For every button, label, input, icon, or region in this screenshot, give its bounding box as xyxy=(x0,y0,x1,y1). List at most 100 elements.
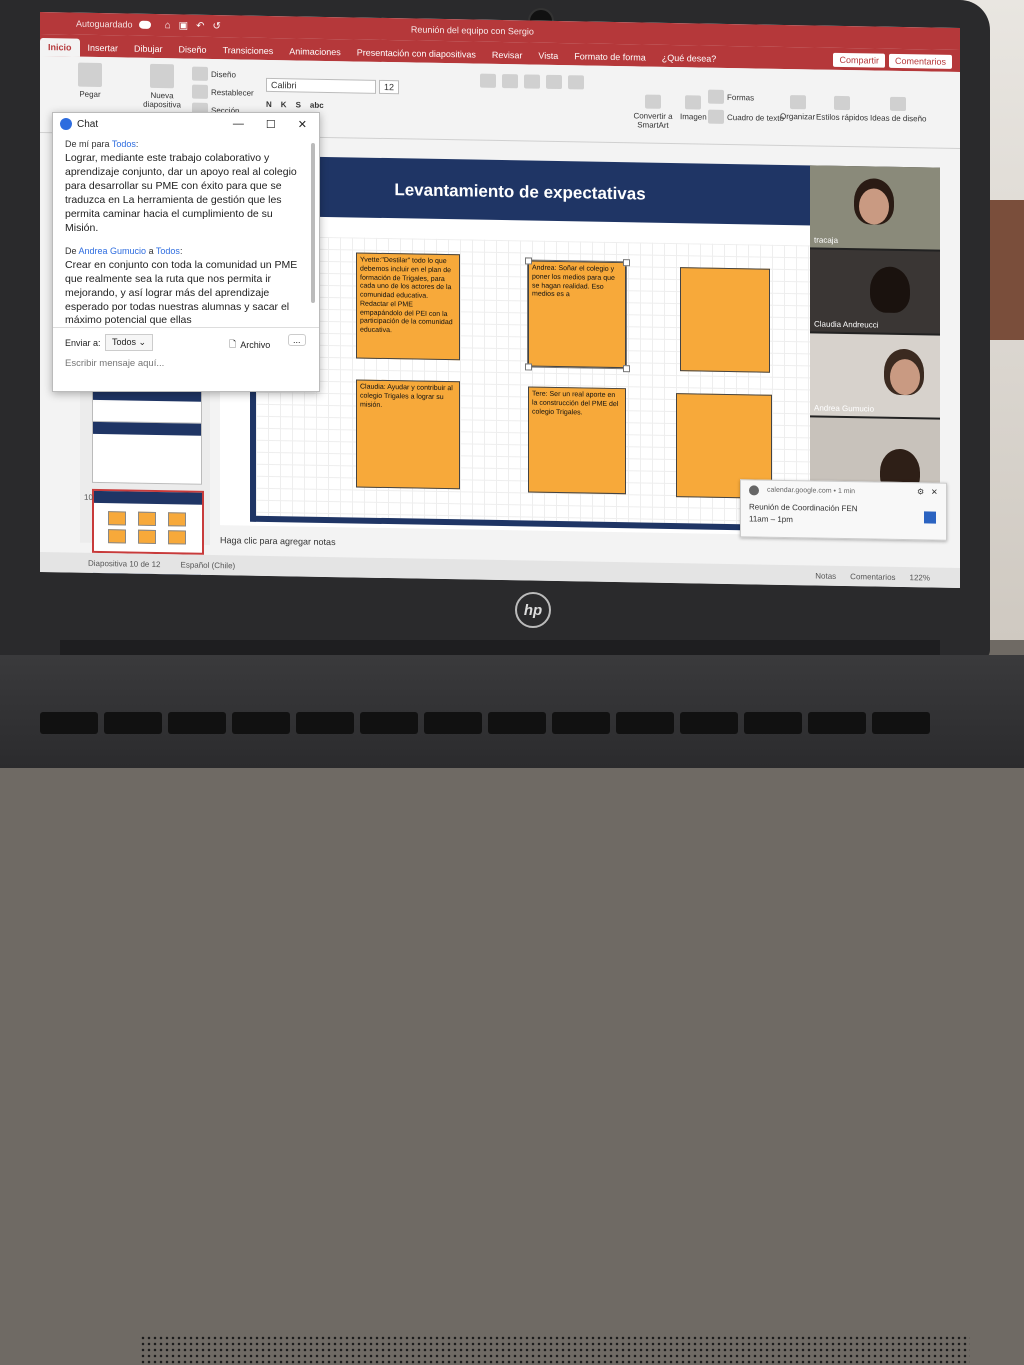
sender-name[interactable]: Andrea Gumucio xyxy=(79,246,147,256)
quick-styles-button[interactable]: Estilos rápidos xyxy=(816,95,868,122)
slide-thumbnail[interactable] xyxy=(92,420,202,485)
align-left-icon[interactable] xyxy=(546,74,562,90)
sticky-note[interactable]: Tere: Ser un real aporte en la construcc… xyxy=(528,386,626,495)
tab-dibujar[interactable]: Dibujar xyxy=(126,39,171,58)
header-colon: : xyxy=(179,245,183,256)
tab-presentacion[interactable]: Presentación con diapositivas xyxy=(349,43,484,63)
image-button[interactable]: Imagen xyxy=(680,95,707,122)
italic-button[interactable]: K xyxy=(281,100,287,109)
keyboard-key xyxy=(744,712,802,734)
font-family-select[interactable]: Calibri xyxy=(266,77,376,94)
new-slide-button[interactable]: Nueva diapositiva xyxy=(140,63,184,110)
message-header: De Andrea Gumucio a Todos: xyxy=(65,246,303,258)
tell-me-search[interactable]: ¿Qué desea? xyxy=(654,49,725,68)
chat-scrollbar[interactable] xyxy=(311,143,315,303)
paste-group[interactable]: Pegar xyxy=(78,62,102,99)
share-button[interactable]: Compartir xyxy=(833,52,885,68)
notes-placeholder[interactable]: Haga clic para agregar notas xyxy=(220,535,336,547)
tab-animaciones[interactable]: Animaciones xyxy=(281,42,349,61)
language-indicator[interactable]: Español (Chile) xyxy=(181,560,236,570)
comments-button[interactable]: Comentarios xyxy=(888,53,952,69)
layout-label: Diseño xyxy=(211,69,236,79)
more-options-button[interactable]: ... xyxy=(288,334,306,346)
close-icon[interactable]: ✕ xyxy=(298,118,307,131)
tab-inicio[interactable]: Inicio xyxy=(40,37,80,57)
save-icon[interactable]: ▣ xyxy=(179,20,188,31)
autosave-toggle[interactable] xyxy=(138,20,151,29)
participant-name: tracaja xyxy=(814,235,839,245)
reset-icon xyxy=(192,84,208,99)
layout-button[interactable]: Diseño xyxy=(192,66,236,82)
tab-transiciones[interactable]: Transiciones xyxy=(215,41,282,60)
smartart-button[interactable]: Convertir a SmartArt xyxy=(628,94,678,130)
close-icon[interactable]: ✕ xyxy=(931,488,938,497)
home-icon[interactable]: ⌂ xyxy=(165,20,171,31)
calendar-notification[interactable]: calendar.google.com • 1 min ⚙ ✕ Reunión … xyxy=(740,479,947,541)
participant-face xyxy=(859,188,889,225)
new-slide-icon xyxy=(150,63,174,89)
keyboard-key xyxy=(232,712,290,734)
tab-insertar[interactable]: Insertar xyxy=(80,39,127,58)
redo-icon[interactable]: ↺ xyxy=(212,20,220,31)
resize-handle[interactable] xyxy=(525,257,532,265)
message-text: Crear en conjunto con toda la comunidad … xyxy=(65,258,298,325)
bold-button[interactable]: N xyxy=(266,100,272,109)
chat-messages: De mí para Todos: Lograr, mediante este … xyxy=(65,139,303,325)
file-icon: 🗋 xyxy=(229,339,237,349)
resize-handle[interactable] xyxy=(623,365,630,373)
keyboard-key xyxy=(360,712,418,734)
chat-message-input[interactable] xyxy=(65,358,295,369)
zoom-level[interactable]: 122% xyxy=(910,573,930,582)
slide-thumbnail-selected[interactable]: 10 xyxy=(84,488,204,555)
thumb-sticky xyxy=(108,511,126,526)
participant-tile[interactable]: tracaja xyxy=(810,165,940,250)
notes-toggle[interactable]: Notas xyxy=(815,571,836,580)
notification-title: Reunión de Coordinación FEN xyxy=(749,502,858,514)
recipient-name[interactable]: Todos xyxy=(112,139,136,149)
textbox-button[interactable]: Cuadro de texto xyxy=(708,109,784,125)
minimize-icon[interactable]: — xyxy=(233,118,244,131)
quick-access-toolbar: ⌂ ▣ ↶ ↺ xyxy=(165,20,221,32)
participant-tile[interactable]: Claudia Andreucci xyxy=(810,249,940,334)
shapes-icon xyxy=(708,89,724,104)
smartart-label: Convertir a SmartArt xyxy=(633,111,673,130)
undo-icon[interactable]: ↶ xyxy=(196,20,204,31)
chat-titlebar: Chat — ☐ ✕ xyxy=(53,113,319,135)
recipient-name[interactable]: Todos xyxy=(156,246,180,256)
sticky-note-selected[interactable]: Andrea: Soñar el colegio y poner los med… xyxy=(527,259,627,370)
font-size-select[interactable]: 12 xyxy=(379,79,400,95)
keyboard-key xyxy=(40,712,98,734)
numbering-icon[interactable] xyxy=(502,74,518,89)
send-to-select[interactable]: Todos ⌄ xyxy=(105,334,154,351)
window-controls: — ☐ ✕ xyxy=(233,118,307,131)
sticky-note[interactable]: Yvette:"Destilar" todo lo que debemos in… xyxy=(356,252,460,361)
indent-icon[interactable] xyxy=(524,74,540,89)
underline-button[interactable]: S xyxy=(296,100,301,109)
design-ideas-button[interactable]: Ideas de diseño xyxy=(870,96,927,123)
gear-icon[interactable]: ⚙ xyxy=(917,487,924,496)
organize-button[interactable]: Organizar xyxy=(780,95,815,122)
tab-revisar[interactable]: Revisar xyxy=(484,46,531,65)
chat-title: Chat xyxy=(77,118,99,130)
forms-button[interactable]: Formas xyxy=(708,89,754,105)
participant-tile[interactable]: Andrea Gumucio xyxy=(810,333,940,418)
maximize-icon[interactable]: ☐ xyxy=(266,118,276,131)
thumb-header xyxy=(93,421,201,436)
chevron-down-icon: ⌄ xyxy=(138,337,147,347)
file-button[interactable]: 🗋 Archivo xyxy=(229,337,270,353)
resize-handle[interactable] xyxy=(525,363,532,371)
strike-button[interactable]: abc xyxy=(310,101,324,110)
sticky-note[interactable]: Claudia: Ayudar y contribuir al colegio … xyxy=(356,379,460,490)
reset-button[interactable]: Restablecer xyxy=(192,84,254,100)
thumb-sticky xyxy=(168,512,186,527)
resize-handle[interactable] xyxy=(623,259,630,267)
sticky-note[interactable] xyxy=(680,267,770,373)
comments-toggle[interactable]: Comentarios xyxy=(850,572,895,582)
tab-vista[interactable]: Vista xyxy=(530,47,566,66)
tab-formato-forma[interactable]: Formato de forma xyxy=(566,47,654,67)
keyboard-key xyxy=(168,712,226,734)
align-center-icon[interactable] xyxy=(568,75,584,90)
design-ideas-label: Ideas de diseño xyxy=(870,113,927,124)
tab-diseno[interactable]: Diseño xyxy=(171,40,215,59)
bullets-icon[interactable] xyxy=(480,73,496,88)
